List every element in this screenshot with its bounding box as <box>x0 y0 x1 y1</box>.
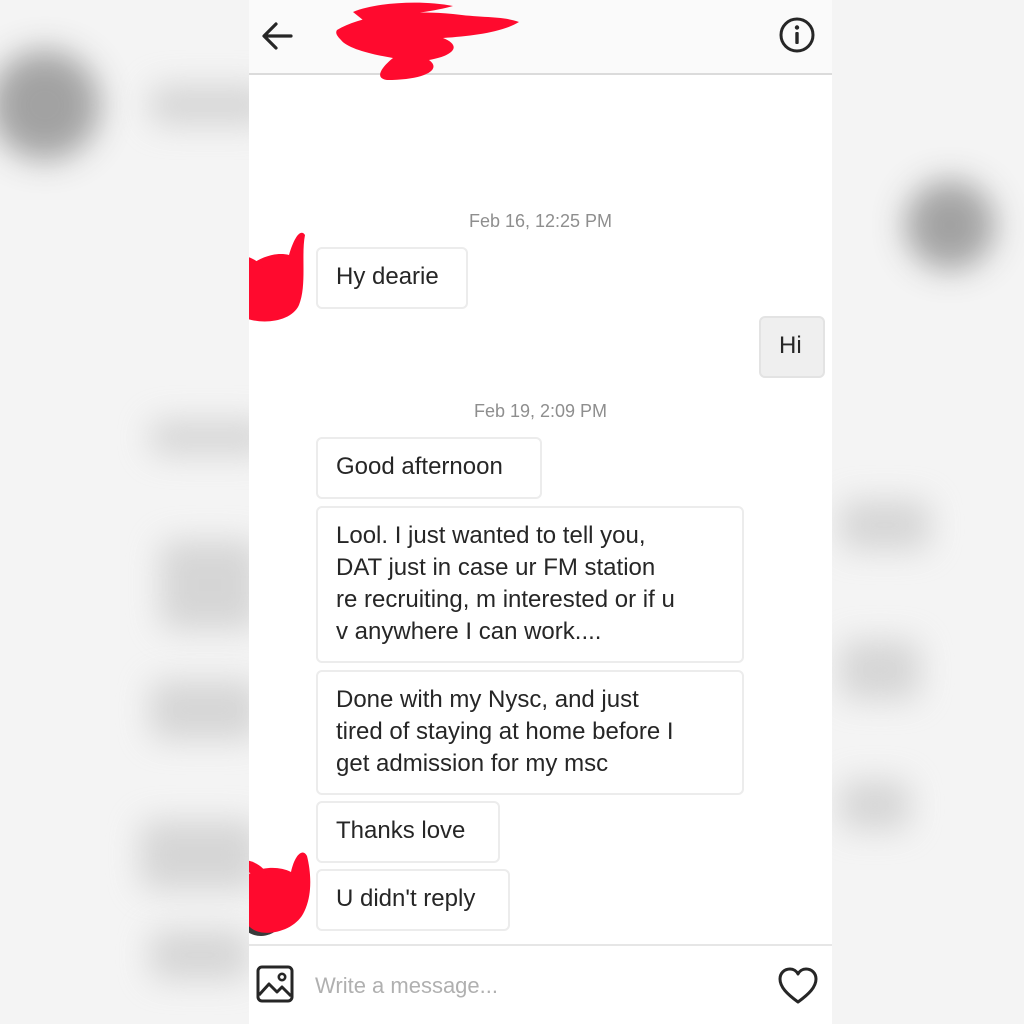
message-line: tired of staying at home before I <box>336 718 674 745</box>
message-line: DAT just in case ur FM station <box>336 554 656 581</box>
direct-message-screen: Feb 16, 12:25 PM Hy dearie Hi Feb 19, 2:… <box>249 0 832 1024</box>
blurred-avatar <box>0 50 100 160</box>
blurred-text <box>150 930 250 980</box>
arrow-left-icon <box>262 22 293 50</box>
received-message[interactable]: Lool. I just wanted to tell you, DAT jus… <box>316 506 744 663</box>
received-message[interactable]: Good afternoon <box>316 437 542 499</box>
message-composer <box>249 944 832 1024</box>
username-redaction[interactable] <box>333 0 523 85</box>
back-button[interactable] <box>257 14 297 58</box>
message-text: Hi <box>779 332 802 359</box>
message-line: Lool. I just wanted to tell you, <box>336 522 646 549</box>
message-text: Thanks love <box>336 817 466 844</box>
blurred-text <box>150 680 260 740</box>
conversation-header <box>249 0 832 80</box>
message-text: U didn't reply <box>336 885 476 912</box>
blurred-text <box>160 540 260 630</box>
sent-message[interactable]: Hi <box>759 316 825 378</box>
blurred-text <box>840 640 920 700</box>
info-circle-icon <box>779 17 815 53</box>
blurred-text <box>840 500 930 550</box>
received-message[interactable]: Thanks love <box>316 801 500 863</box>
sender-avatar-redaction[interactable] <box>249 225 314 330</box>
like-button[interactable] <box>777 966 819 1006</box>
image-icon <box>256 965 294 1003</box>
received-message[interactable]: U didn't reply <box>316 869 510 931</box>
message-timestamp: Feb 19, 2:09 PM <box>473 401 608 421</box>
heart-icon <box>778 967 818 1004</box>
message-line: v anywhere I can work.... <box>336 618 602 645</box>
message-line: get admission for my msc <box>336 750 609 777</box>
received-message[interactable]: Hy dearie <box>316 247 468 309</box>
blurred-text <box>840 780 910 830</box>
message-text: Hy dearie <box>336 263 439 290</box>
message-timestamp: Feb 16, 12:25 PM <box>468 211 613 231</box>
message-line: re recruiting, m interested or if u <box>336 586 675 613</box>
sender-avatar-redaction[interactable] <box>249 842 326 940</box>
blurred-text <box>140 820 260 890</box>
message-line: Done with my Nysc, and just <box>336 686 639 713</box>
message-input[interactable] <box>315 964 755 1008</box>
gallery-button[interactable] <box>255 964 295 1004</box>
received-message[interactable]: Done with my Nysc, and just tired of sta… <box>316 670 744 795</box>
message-text: Good afternoon <box>336 453 503 480</box>
conversation-info-button[interactable] <box>777 15 817 55</box>
blurred-avatar <box>905 180 995 270</box>
